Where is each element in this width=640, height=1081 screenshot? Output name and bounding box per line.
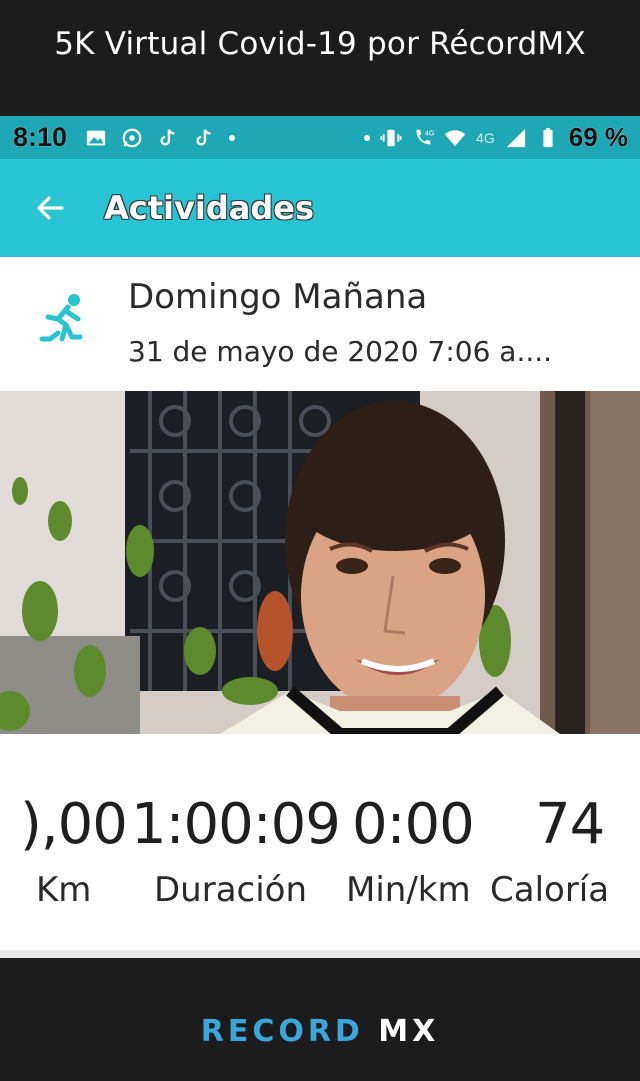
footer: RECORD MX	[0, 958, 640, 1081]
stat-duration-value: 1:00:09	[131, 792, 341, 857]
brand-mx: MX	[363, 1014, 440, 1049]
tiktok-icon-2	[196, 128, 211, 146]
stat-distance-label: Km	[36, 870, 92, 910]
image-notification-icon	[86, 130, 106, 145]
stat-pace-value: 0:00	[352, 792, 475, 857]
status-time: 8:10	[13, 122, 68, 152]
brand-record: RECORD	[200, 1014, 364, 1049]
status-dot-icon	[364, 134, 371, 141]
tiktok-icon	[160, 128, 175, 146]
stat-pace-label: Min/km	[346, 870, 471, 910]
arrow-left-icon	[37, 196, 64, 220]
record-mx-logo: RECORD MX	[201, 1014, 440, 1049]
signal-icon	[506, 128, 525, 147]
notification-icons	[85, 127, 236, 149]
stat-calories-label: Caloría	[490, 870, 610, 910]
back-button[interactable]	[30, 188, 70, 228]
app-bar: Actividades	[0, 159, 640, 257]
notification-dot-icon	[229, 134, 236, 141]
activity-header[interactable]: Domingo Mañana 31 de mayo de 2020 7:06 a…	[0, 257, 640, 391]
whatsapp-icon	[122, 128, 142, 147]
banner-title: 5K Virtual Covid-19 por RécordMX	[54, 26, 586, 62]
svg-text:4G: 4G	[425, 128, 434, 137]
stats-divider	[0, 950, 640, 958]
battery-percent: 69 %	[568, 122, 628, 152]
page-title: Actividades	[104, 189, 314, 227]
system-icons: 4G 4G 69 %	[364, 122, 628, 153]
stat-distance-value: ),00	[20, 792, 128, 857]
vibrate-icon	[380, 129, 402, 146]
stats-panel: ),00 1:00:09 0:00 74 Km Duración Min/km …	[0, 734, 640, 950]
battery-icon	[543, 127, 553, 147]
activity-name: Domingo Mañana	[128, 277, 428, 317]
stat-calories-value: 74	[535, 792, 605, 857]
stat-duration-label: Duración	[154, 870, 308, 910]
status-bar: 8:10 4G 4G 69 %	[0, 116, 640, 159]
wifi-icon	[444, 129, 466, 146]
activity-date: 31 de mayo de 2020 7:06 a....	[128, 335, 553, 368]
top-banner: 5K Virtual Covid-19 por RécordMX	[0, 0, 640, 116]
volte-call-icon: 4G	[416, 128, 434, 144]
network-type-label: 4G	[476, 129, 495, 146]
running-icon	[39, 294, 83, 342]
activity-photo	[0, 391, 640, 734]
